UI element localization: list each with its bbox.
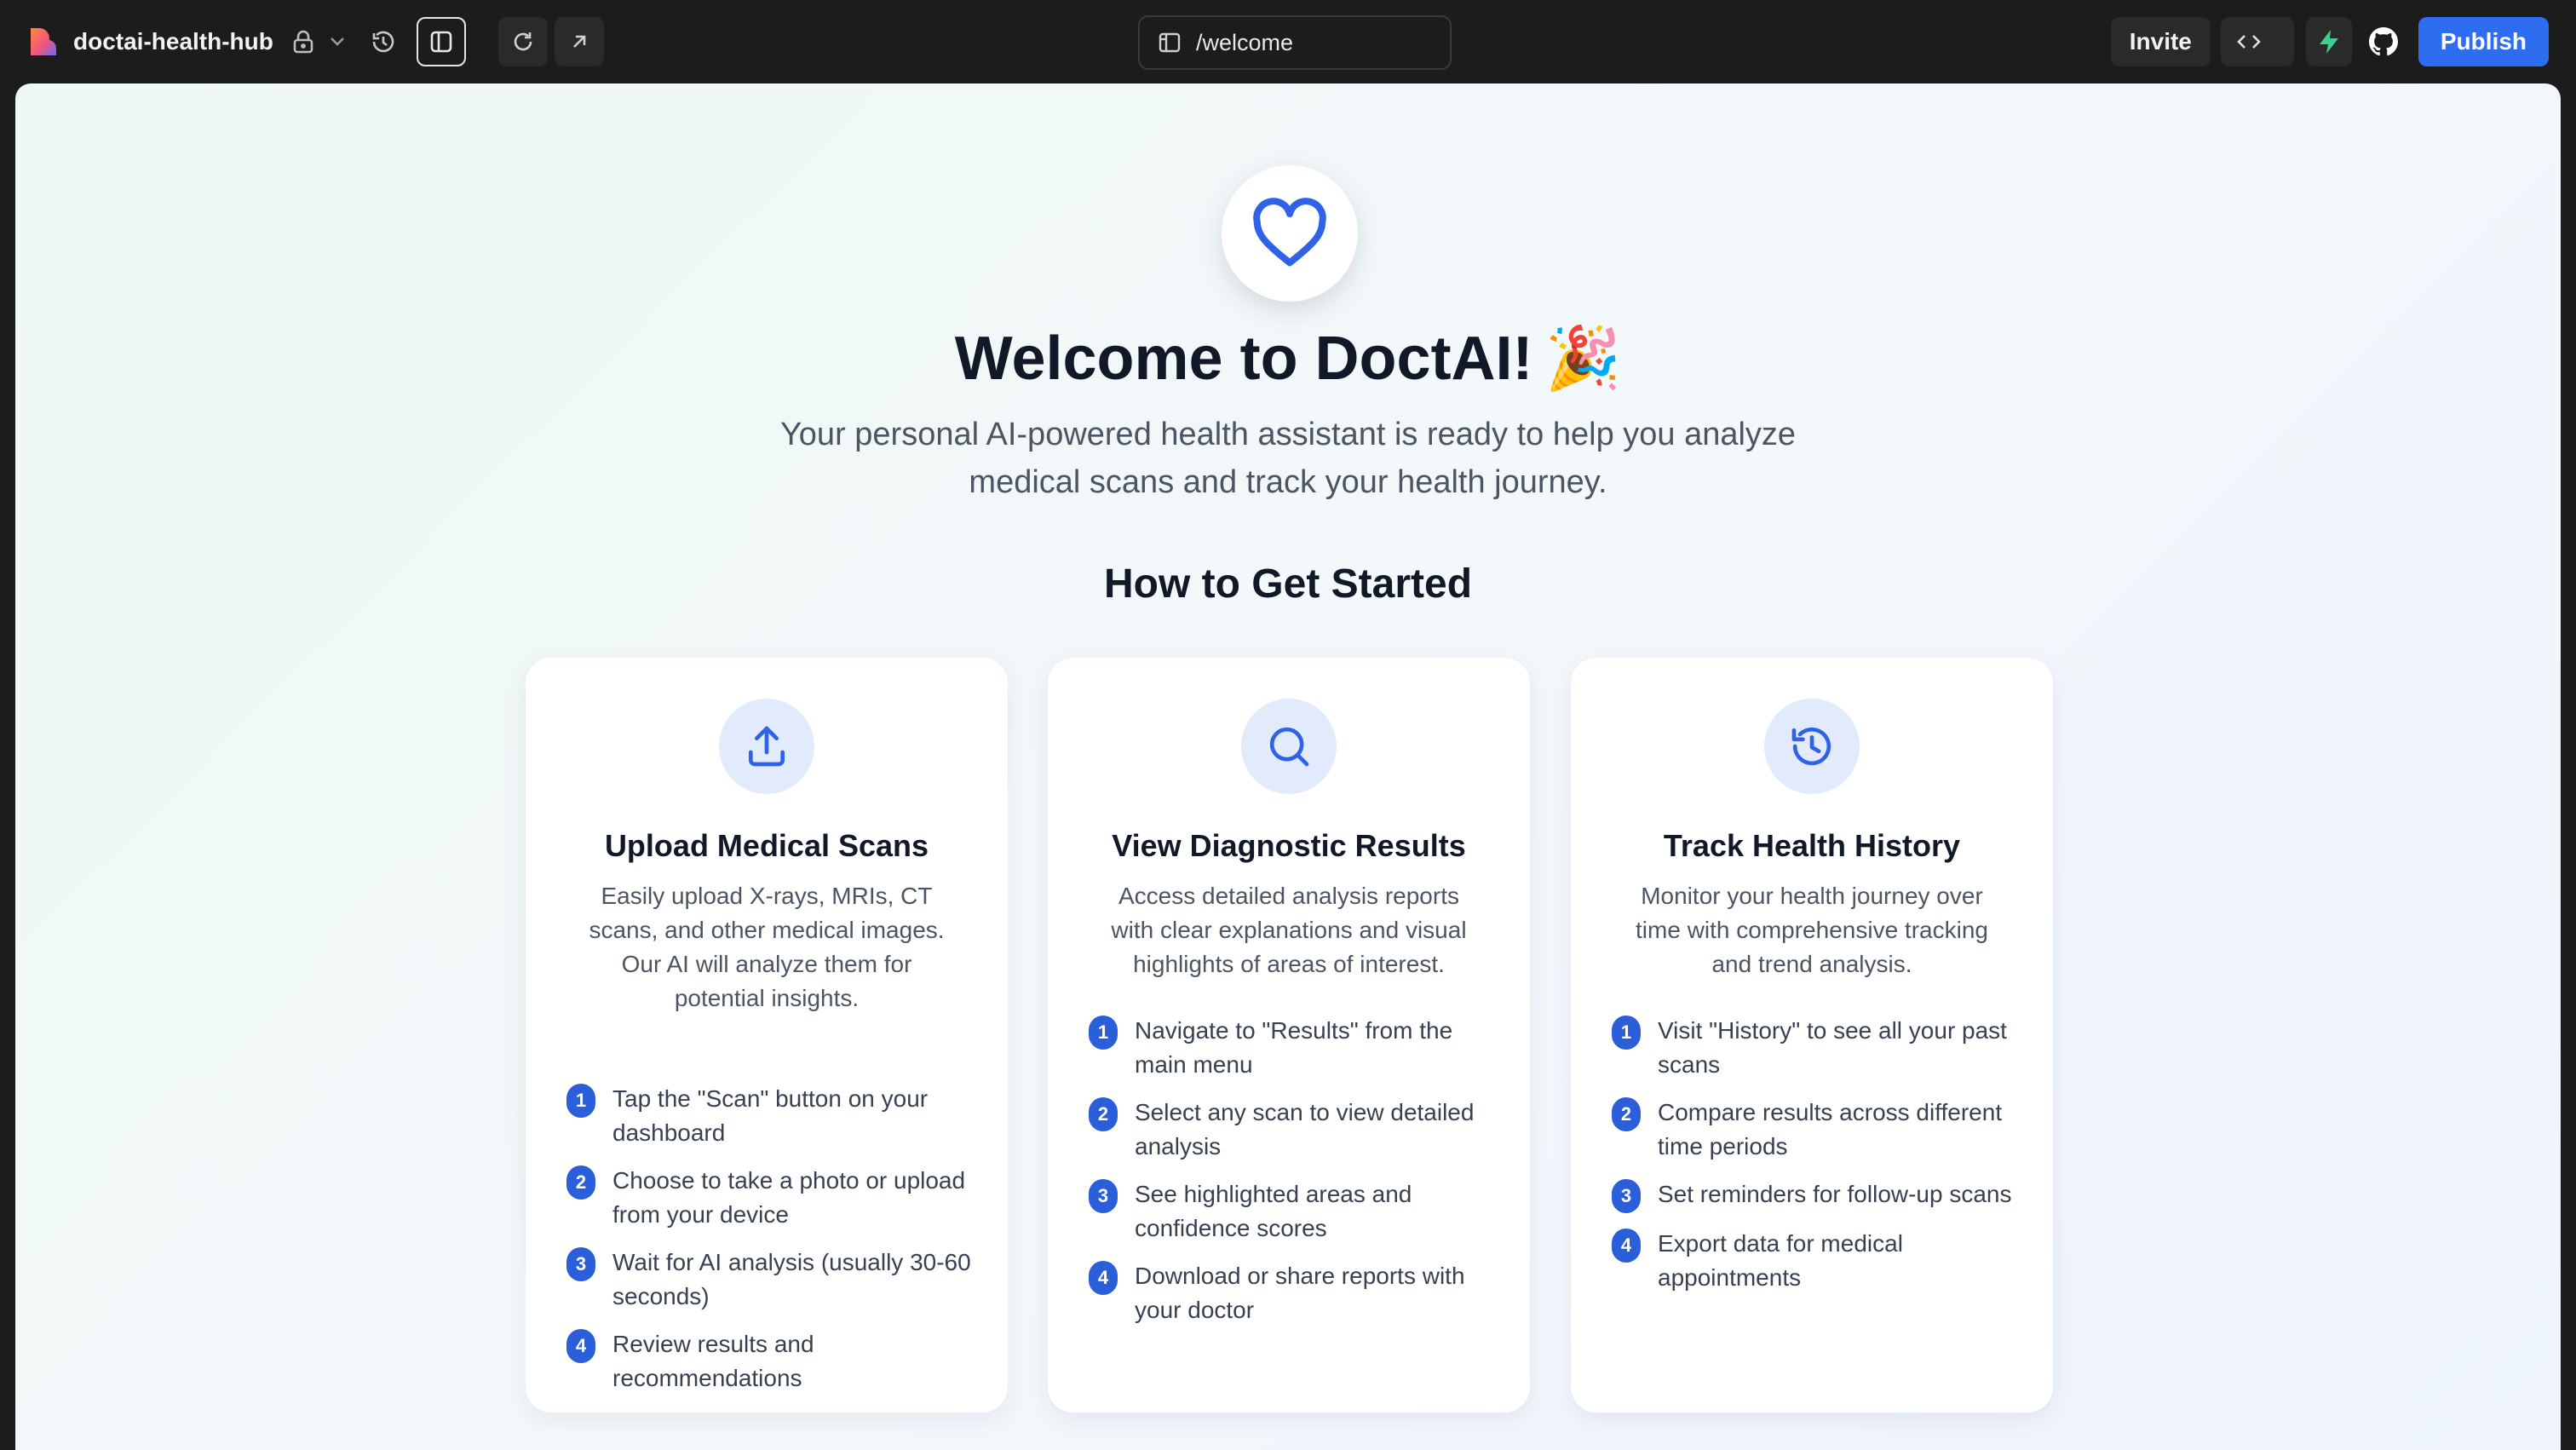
step-number: 3 bbox=[566, 1247, 595, 1281]
card-upload-medical-scans: Upload Medical Scans Easily upload X-ray… bbox=[526, 658, 1008, 1413]
publish-button[interactable]: Publish bbox=[2418, 17, 2549, 66]
step-number: 1 bbox=[1612, 1016, 1641, 1050]
step-number: 3 bbox=[1612, 1179, 1641, 1213]
step-number: 4 bbox=[1612, 1228, 1641, 1263]
step-text: Visit "History" to see all your past sca… bbox=[1658, 1017, 2007, 1078]
party-emoji: 🎉 bbox=[1544, 325, 1622, 393]
hero-heart-badge bbox=[1222, 165, 1358, 302]
supabase-bolt-icon bbox=[2319, 30, 2338, 54]
code-icon bbox=[2237, 35, 2261, 49]
welcome-title: Welcome to DoctAI! bbox=[954, 325, 1533, 393]
editor-toolbar: doctai-health-hub /welcome Invite Publis… bbox=[0, 0, 2576, 83]
open-in-new-tab-button[interactable] bbox=[554, 17, 604, 66]
url-bar[interactable]: /welcome bbox=[1138, 15, 1452, 70]
step-text: Compare results across different time pe… bbox=[1658, 1099, 2003, 1159]
refresh-button[interactable] bbox=[497, 17, 548, 66]
step-item: 2 Select any scan to view detailed analys… bbox=[1089, 1096, 1498, 1164]
section-title: How to Get Started bbox=[1103, 561, 1473, 607]
app-logo[interactable] bbox=[26, 25, 60, 59]
step-number: 4 bbox=[566, 1329, 595, 1363]
lock-icon[interactable] bbox=[292, 29, 314, 55]
step-item: 3 See highlighted areas and confidence sc… bbox=[1089, 1177, 1498, 1246]
step-text: Review results and recommendations bbox=[612, 1331, 814, 1391]
code-view-button[interactable] bbox=[2220, 17, 2294, 66]
card-track-health-history: Track Health History Monitor your health… bbox=[1571, 658, 2053, 1413]
subtitle-line-1: Your personal AI-powered health assistan… bbox=[779, 417, 1797, 452]
url-text: /welcome bbox=[1196, 29, 1294, 55]
card-view-diagnostic-results: View Diagnostic Results Access detailed … bbox=[1048, 658, 1530, 1413]
step-text: Export data for medical appointments bbox=[1658, 1230, 1903, 1291]
step-text: Select any scan to view detailed analysi… bbox=[1135, 1099, 1475, 1159]
search-icon bbox=[1269, 727, 1309, 767]
step-number: 1 bbox=[566, 1084, 595, 1118]
card-icon-circle bbox=[719, 699, 814, 794]
refresh-icon bbox=[514, 32, 532, 51]
external-link-icon bbox=[572, 35, 586, 48]
steps-list: 1 Tap the "Scan" button on your dashboard… bbox=[566, 1082, 975, 1409]
step-text: Navigate to "Results" from the main menu bbox=[1135, 1017, 1453, 1078]
step-item: 3 Set reminders for follow-up scans bbox=[1612, 1177, 2021, 1213]
step-text: Wait for AI analysis (usually 30-60 seco… bbox=[612, 1249, 971, 1309]
step-item: 1 Tap the "Scan" button on your dashboard bbox=[566, 1082, 975, 1150]
heart-icon bbox=[1253, 198, 1326, 267]
step-item: 4 Export data for medical appointments bbox=[1612, 1227, 2021, 1295]
step-number: 2 bbox=[566, 1165, 595, 1200]
welcome-title-row: Welcome to DoctAI! 🎉 bbox=[15, 322, 2561, 394]
history-icon[interactable] bbox=[371, 29, 396, 55]
toolbar-left: doctai-health-hub bbox=[26, 0, 604, 83]
history-icon bbox=[1791, 727, 1831, 766]
step-item: 2 Compare results across different time p… bbox=[1612, 1096, 2021, 1164]
step-number: 3 bbox=[1089, 1179, 1118, 1213]
github-button[interactable] bbox=[2360, 17, 2406, 66]
step-item: 1 Navigate to "Results" from the main men… bbox=[1089, 1014, 1498, 1082]
step-text: Set reminders for follow-up scans bbox=[1658, 1181, 2012, 1207]
step-item: 2 Choose to take a photo or upload from y… bbox=[566, 1164, 975, 1232]
card-title: Track Health History bbox=[1663, 828, 1961, 863]
card-description: Monitor your health journey over time wi… bbox=[1636, 883, 1988, 977]
step-number: 2 bbox=[1089, 1097, 1118, 1131]
step-number: 2 bbox=[1612, 1097, 1641, 1131]
upload-icon bbox=[749, 726, 785, 767]
step-item: 4 Download or share reports with your doc… bbox=[1089, 1259, 1498, 1327]
step-item: 1 Visit "History" to see all your past sc… bbox=[1612, 1014, 2021, 1082]
step-number: 1 bbox=[1089, 1016, 1118, 1050]
preview-page: Welcome to DoctAI! 🎉 Your personal AI-pow… bbox=[15, 83, 2561, 1450]
invite-button[interactable]: Invite bbox=[2110, 17, 2211, 66]
project-name[interactable]: doctai-health-hub bbox=[73, 28, 273, 55]
sidebar-icon bbox=[430, 31, 452, 53]
welcome-subtitle: Your personal AI-powered health assistan… bbox=[734, 411, 1842, 506]
step-text: Download or share reports with your doct… bbox=[1135, 1263, 1465, 1323]
chevron-down-icon[interactable] bbox=[330, 37, 345, 47]
toggle-sidebar-button[interactable] bbox=[416, 17, 466, 66]
step-number: 4 bbox=[1089, 1261, 1118, 1295]
card-title: Upload Medical Scans bbox=[604, 828, 929, 863]
toolbar-right: Invite Publish bbox=[2110, 0, 2549, 83]
subtitle-line-2: medical scans and track your health jour… bbox=[969, 464, 1607, 500]
steps-list: 1 Visit "History" to see all your past sc… bbox=[1612, 1014, 2021, 1309]
step-text: Tap the "Scan" button on your dashboard bbox=[612, 1085, 929, 1146]
github-icon bbox=[2368, 27, 2398, 56]
steps-list: 1 Navigate to "Results" from the main men… bbox=[1089, 1014, 1498, 1341]
step-item: 4 Review results and recommendations bbox=[566, 1327, 975, 1395]
card-description: Access detailed analysis reports with cl… bbox=[1111, 883, 1467, 977]
card-icon-circle bbox=[1764, 699, 1860, 794]
card-title: View Diagnostic Results bbox=[1112, 828, 1466, 863]
card-description: Easily upload X-rays, MRIs, CT scans, an… bbox=[589, 883, 945, 1011]
step-text: Choose to take a photo or upload from yo… bbox=[612, 1167, 966, 1228]
page-icon bbox=[1159, 32, 1181, 53]
step-text: See highlighted areas and confidence sco… bbox=[1135, 1181, 1412, 1241]
step-item: 3 Wait for AI analysis (usually 30-60 sec… bbox=[566, 1246, 975, 1314]
supabase-button[interactable] bbox=[2305, 17, 2352, 66]
card-icon-circle bbox=[1241, 699, 1337, 794]
